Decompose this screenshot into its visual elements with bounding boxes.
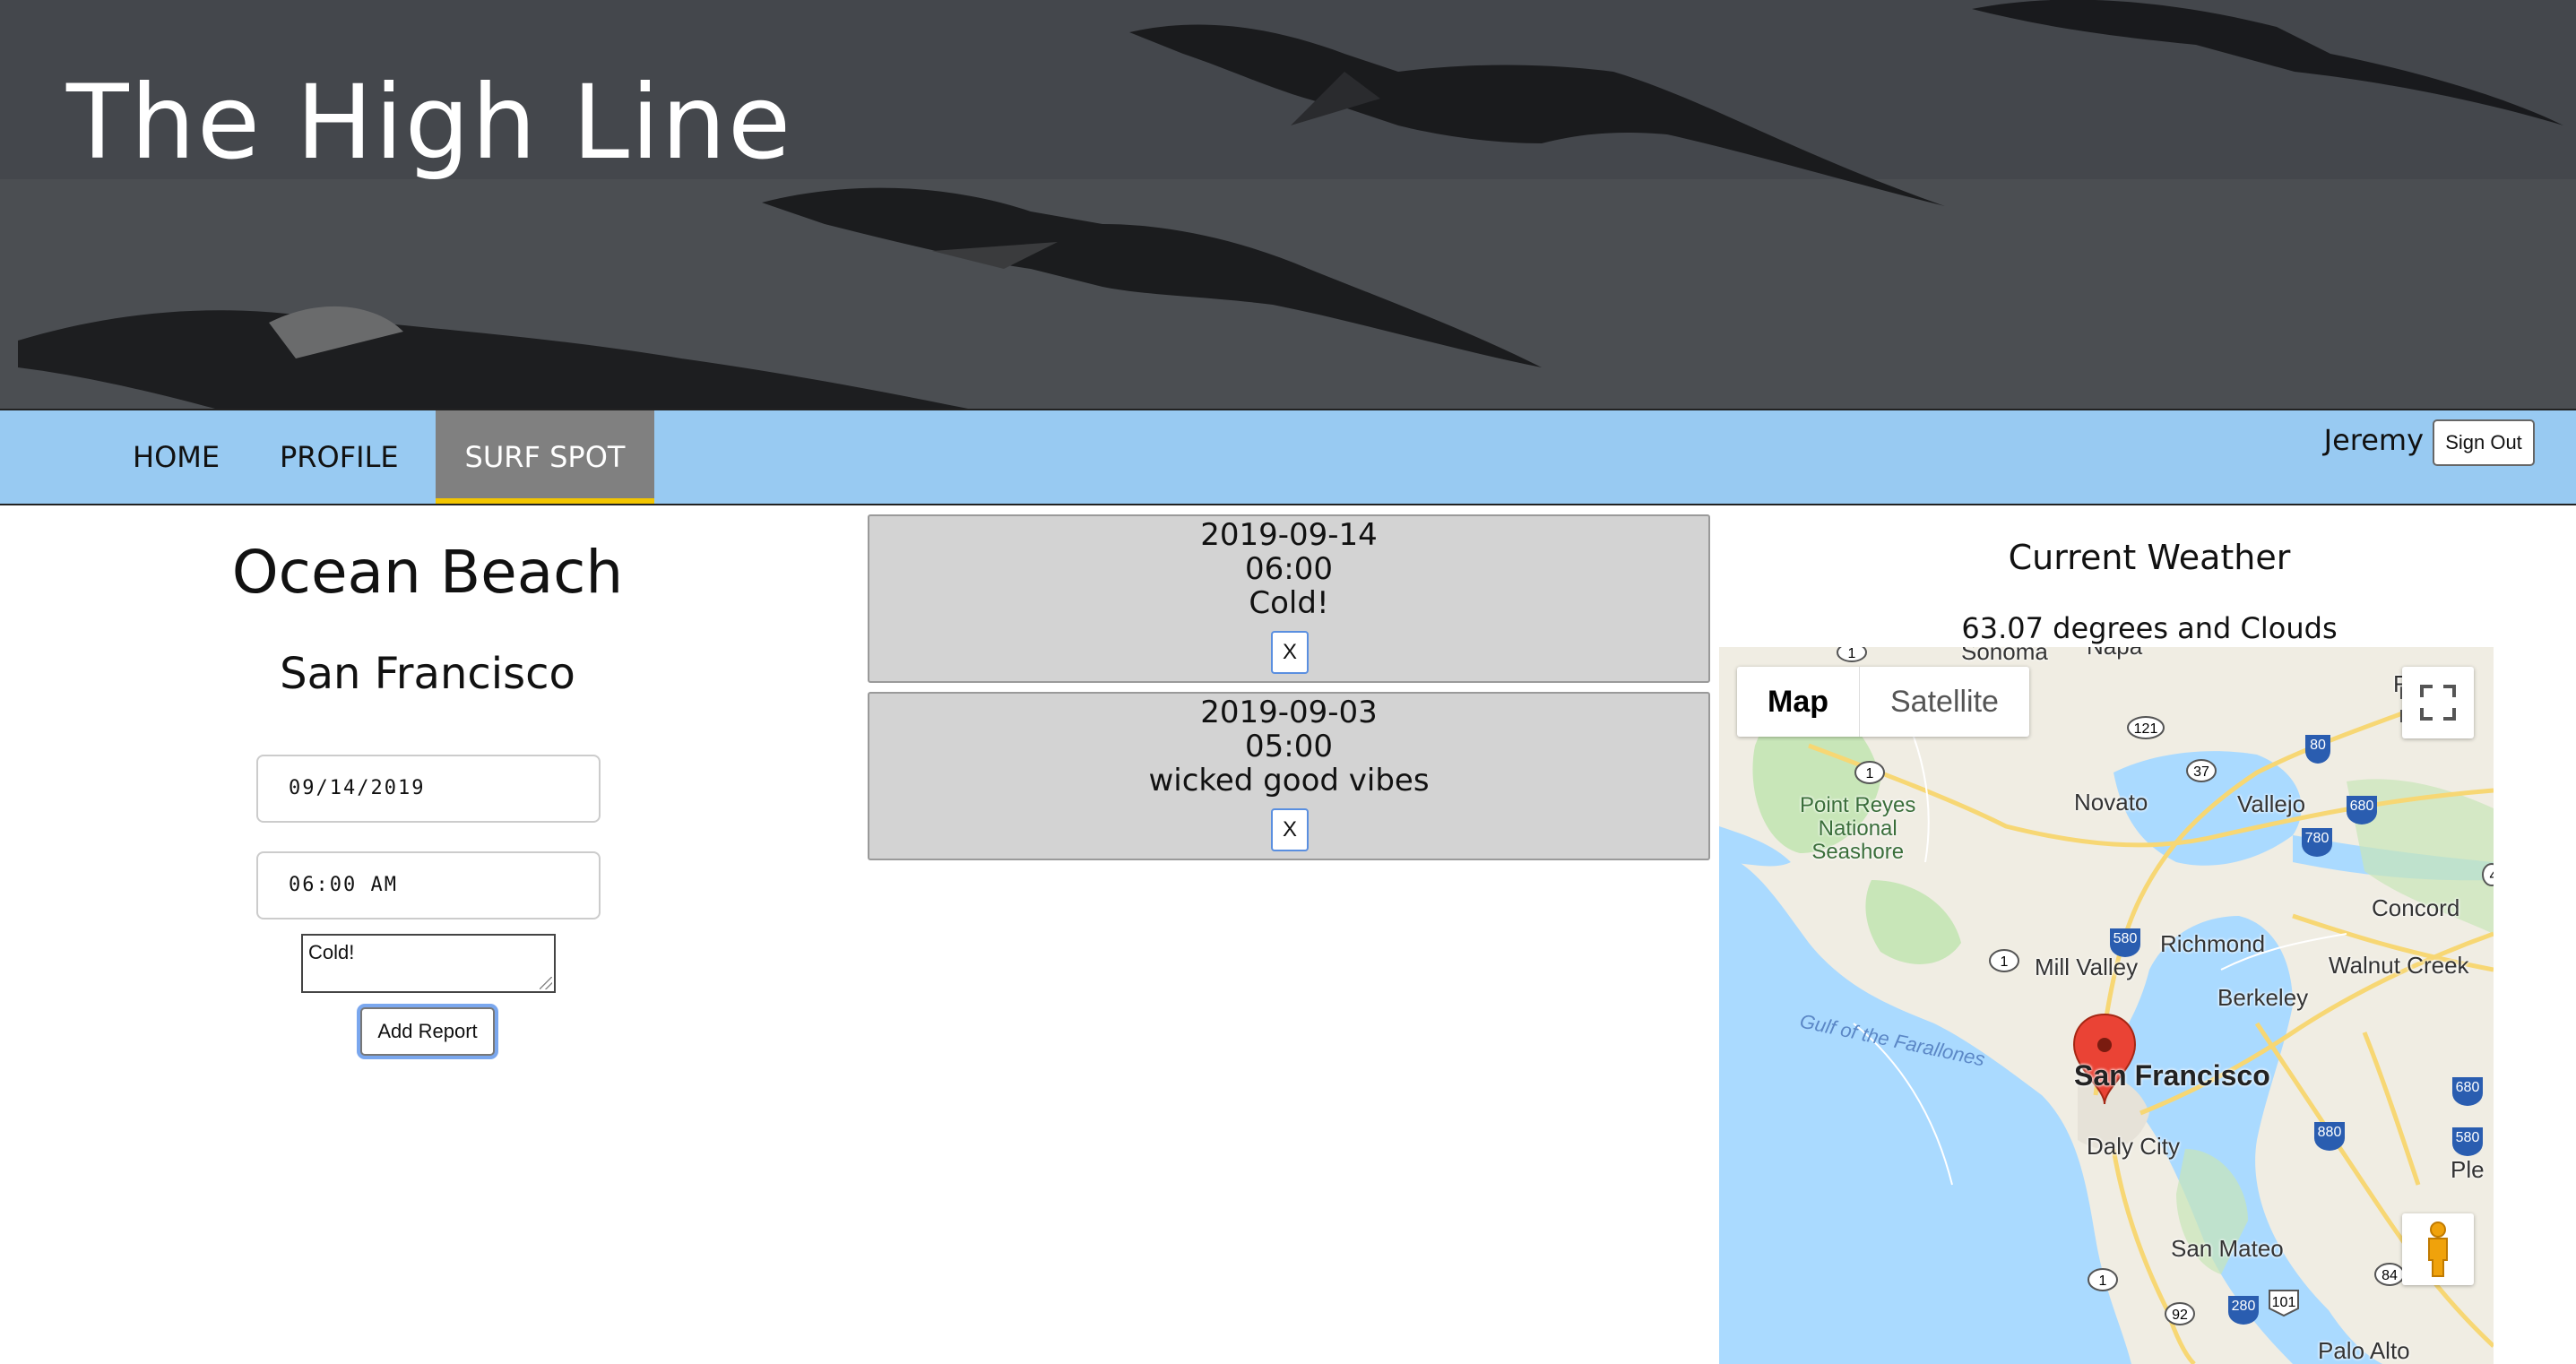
report-note: wicked good vibes <box>1148 763 1430 799</box>
svg-text:280: 280 <box>2232 1299 2256 1314</box>
svg-text:580: 580 <box>2114 931 2138 946</box>
date-input[interactable]: 09/14/2019 <box>256 755 601 823</box>
report-time: 06:00 <box>1245 551 1333 587</box>
nav-home[interactable]: HOME <box>106 410 246 504</box>
map-label-mill-valley: Mill Valley <box>2035 954 2139 980</box>
user-name: Jeremy <box>2323 423 2424 457</box>
map-label-daly-city: Daly City <box>2087 1133 2181 1160</box>
delete-report-button[interactable]: X <box>1271 808 1309 851</box>
hero-banner: The High Line <box>0 0 2576 409</box>
svg-text:84: 84 <box>2382 1268 2398 1283</box>
svg-text:121: 121 <box>2134 721 2158 737</box>
svg-text:80: 80 <box>2310 738 2326 753</box>
main-nav: HOME PROFILE SURF SPOT Jeremy Sign Out <box>0 409 2576 505</box>
pegman-icon <box>2428 1222 2448 1277</box>
svg-text:1: 1 <box>2001 954 2009 970</box>
street-view-pegman-button[interactable] <box>2402 1213 2474 1285</box>
map-view[interactable]: 1 116 121 37 80 680 780 580 1 680 880 58… <box>1719 647 2494 1364</box>
spot-name: Ocean Beach <box>231 538 624 607</box>
svg-text:101: 101 <box>2272 1295 2296 1310</box>
svg-text:680: 680 <box>2350 799 2374 814</box>
svg-text:92: 92 <box>2172 1308 2188 1323</box>
delete-report-button[interactable]: X <box>1271 631 1309 674</box>
svg-text:1: 1 <box>2099 1273 2107 1289</box>
svg-text:680: 680 <box>2456 1080 2480 1095</box>
spot-city: San Francisco <box>280 649 575 699</box>
report-time: 05:00 <box>1245 729 1333 764</box>
svg-text:1: 1 <box>1866 766 1874 781</box>
fullscreen-button[interactable] <box>2402 667 2474 738</box>
svg-text:580: 580 <box>2456 1130 2480 1145</box>
site-title: The High Line <box>66 63 793 182</box>
map-label-richmond: Richmond <box>2160 930 2266 957</box>
sign-out-button[interactable]: Sign Out <box>2433 419 2535 466</box>
report-note: Cold! <box>1249 585 1329 621</box>
report-card: 2019-09-14 06:00 Cold! X <box>868 514 1710 683</box>
report-date: 2019-09-14 <box>1200 517 1378 553</box>
notes-textarea[interactable]: Cold! <box>301 934 556 993</box>
map-label-palo-alto: Palo Alto <box>2318 1337 2410 1364</box>
report-date: 2019-09-03 <box>1200 695 1378 730</box>
fullscreen-icon <box>2420 685 2456 721</box>
nav-surf-spot[interactable]: SURF SPOT <box>436 410 654 504</box>
pelicans-photo <box>0 0 2576 409</box>
svg-text:4: 4 <box>2490 868 2494 884</box>
map-label-ple: Ple <box>2451 1156 2485 1183</box>
resize-grip-icon[interactable] <box>540 977 552 989</box>
map-label-concord: Concord <box>2372 894 2460 921</box>
map-tiles: 1 116 121 37 80 680 780 580 1 680 880 58… <box>1719 647 2494 1364</box>
map-type-map-button[interactable]: Map <box>1737 667 1860 737</box>
weather-title: Current Weather <box>2008 538 2291 577</box>
report-card: 2019-09-03 05:00 wicked good vibes X <box>868 692 1710 860</box>
svg-text:880: 880 <box>2318 1125 2342 1140</box>
map-type-control: Map Satellite <box>1737 667 2029 737</box>
svg-text:780: 780 <box>2305 831 2330 846</box>
map-label-vallejo: Vallejo <box>2237 790 2306 817</box>
map-label-berkeley: Berkeley <box>2217 984 2309 1011</box>
map-label-walnut-creek: Walnut Creek <box>2329 952 2469 979</box>
weather-conditions: 63.07 degrees and Clouds <box>1961 611 2338 645</box>
time-input[interactable]: 06:00 AM <box>256 851 601 919</box>
map-label-san-francisco: San Francisco <box>2074 1059 2270 1092</box>
notes-value: Cold! <box>308 941 355 963</box>
map-label-point-reyes: Point Reyes National Seashore <box>1800 793 1916 864</box>
svg-text:1: 1 <box>1848 647 1856 661</box>
nav-profile[interactable]: PROFILE <box>253 410 426 504</box>
add-report-button[interactable]: Add Report <box>360 1007 495 1056</box>
map-label-san-mateo: San Mateo <box>2171 1235 2284 1262</box>
map-label-napa: Napa <box>2087 647 2142 660</box>
svg-text:37: 37 <box>2193 764 2209 780</box>
map-type-satellite-button[interactable]: Satellite <box>1860 667 2029 737</box>
map-label-novato: Novato <box>2074 789 2148 816</box>
map-label-sonoma: Sonoma <box>1961 647 2048 665</box>
